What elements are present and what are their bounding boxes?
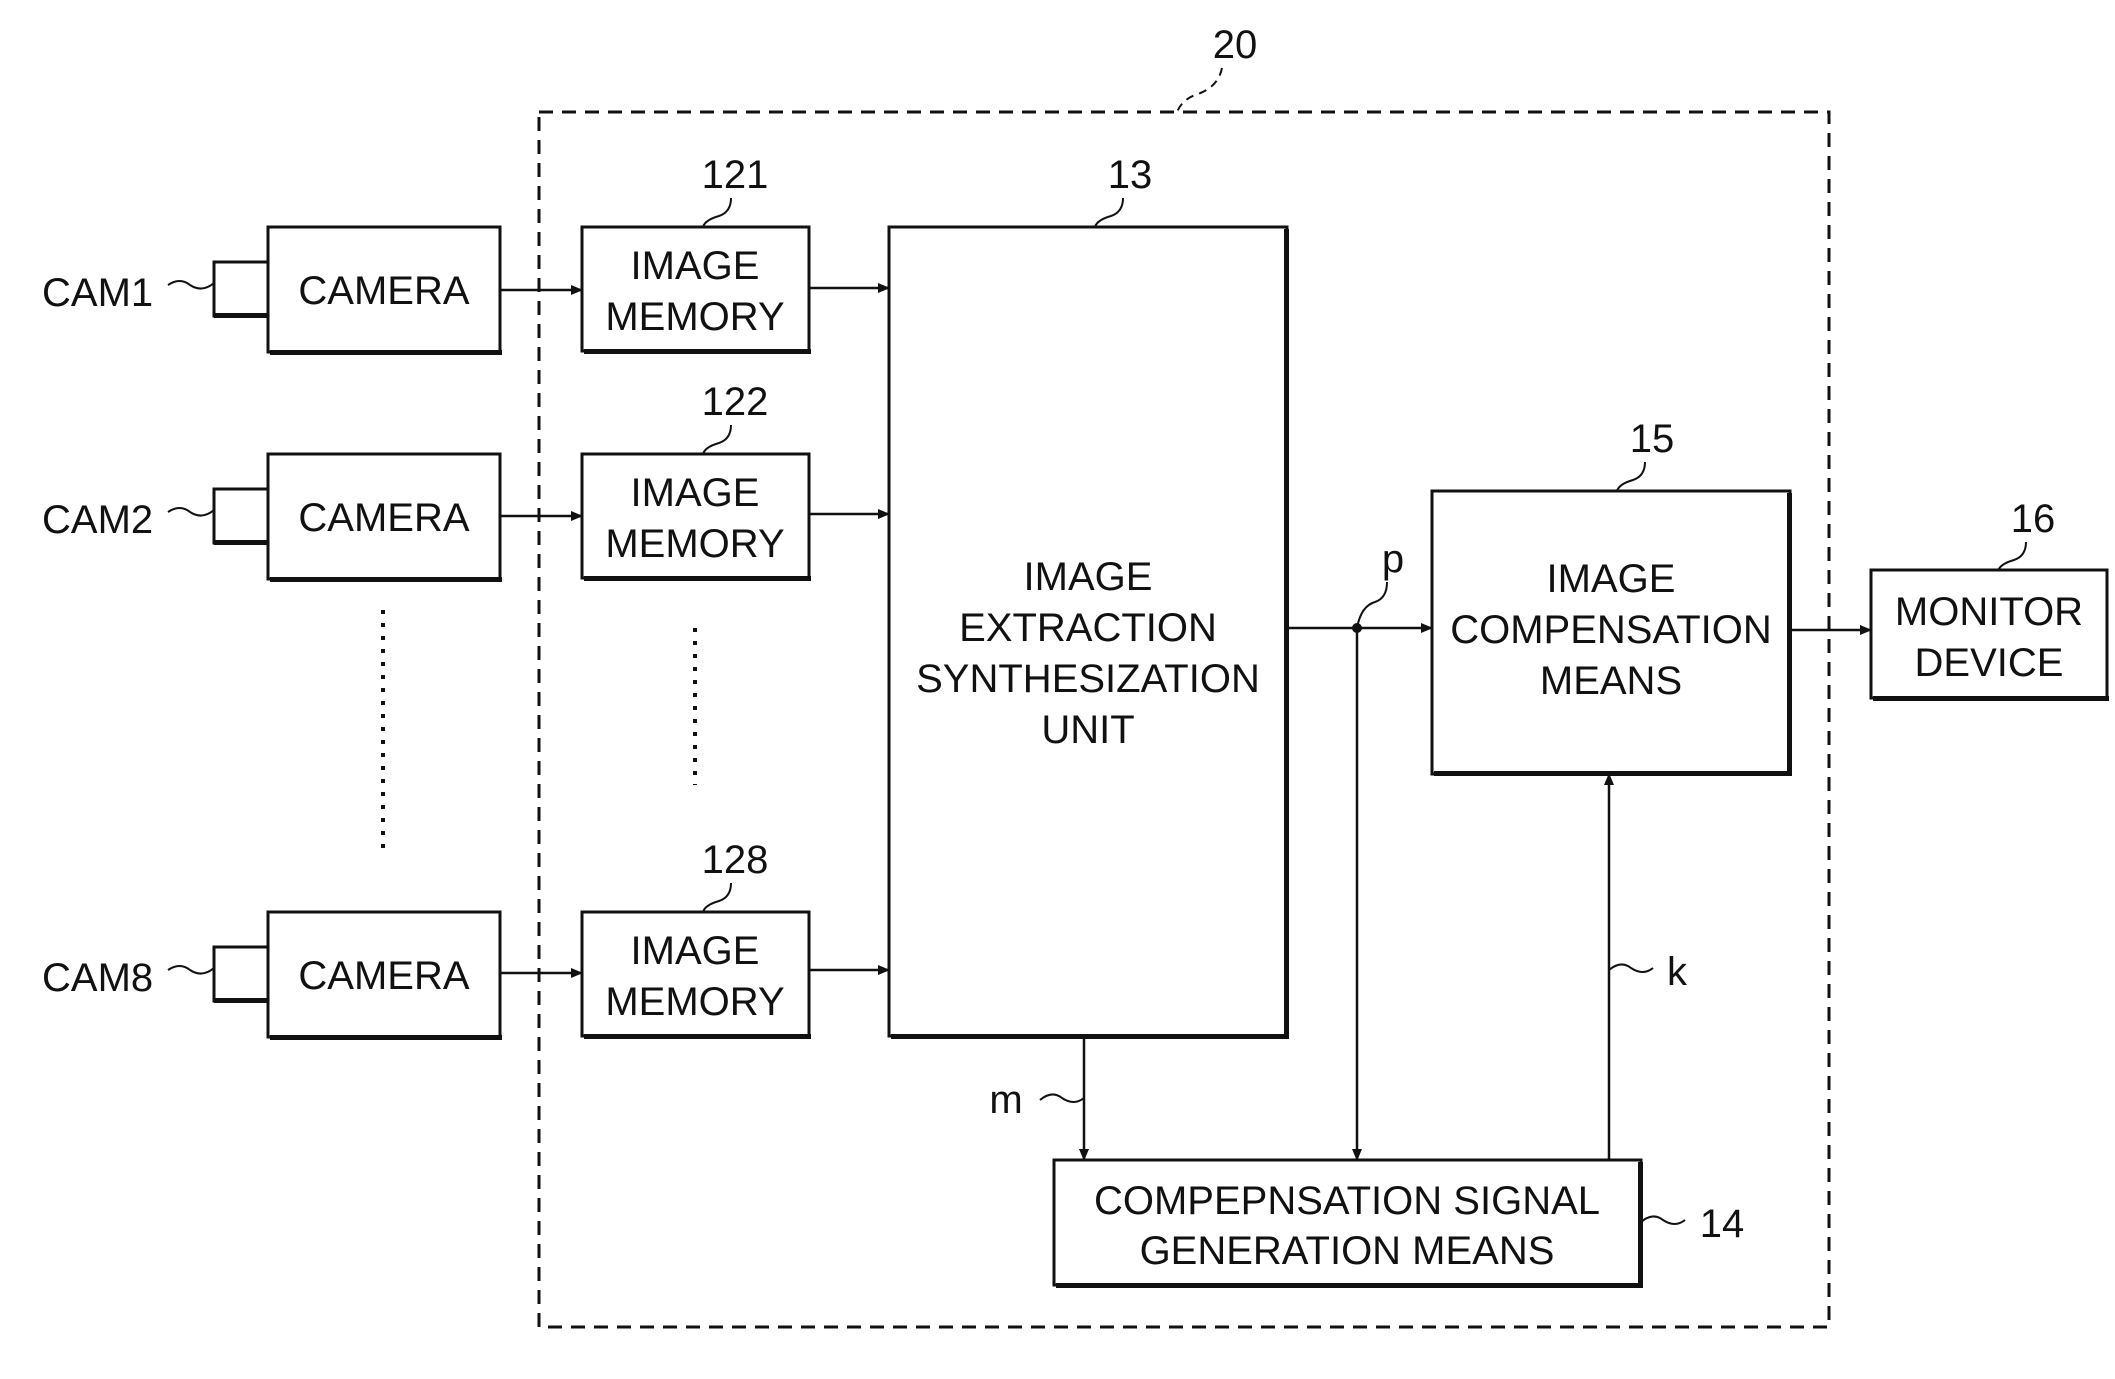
lens-shadow (214, 998, 268, 1003)
camera-row-8: CAM8 CAMERA (42, 910, 502, 1040)
image-extraction-synthesization-unit: 13 IMAGE EXTRACTION SYNTHESIZATION UNIT (887, 153, 1289, 1039)
camera-row-1: CAM1 CAMERA (42, 225, 502, 355)
signal-generation-label-line1: COMPEPNSATION SIGNAL (1094, 1179, 1600, 1223)
signal-k-label: k (1667, 950, 1688, 994)
signal-p-leader (1356, 581, 1388, 629)
monitor-label-line2: DEVICE (1915, 641, 2064, 685)
image-compensation-means: 15 IMAGE COMPENSATION MEANS (1430, 417, 1792, 776)
signal-m-leader (1039, 1093, 1085, 1103)
ref-label: 15 (1630, 417, 1675, 461)
camera-label: CAMERA (298, 496, 469, 540)
compensation-label-line2: COMPENSATION (1450, 608, 1772, 652)
ref-label: 13 (1108, 153, 1153, 197)
monitor-shadow (1873, 696, 2109, 701)
memory-label-line1: IMAGE (631, 471, 760, 515)
compensation-label-line3: MEANS (1540, 659, 1682, 703)
memory-shadow (584, 349, 811, 354)
cam-leader (167, 965, 215, 975)
enclosure-ref-label: 20 (1213, 23, 1258, 67)
signal-k-leader (1608, 963, 1654, 973)
image-memory-122: 122 IMAGE MEMORY (580, 380, 811, 581)
cam-id-label: CAM8 (42, 956, 153, 1000)
cam-id-label: CAM1 (42, 271, 153, 315)
signal-generation-label-line2: GENERATION MEANS (1140, 1229, 1555, 1273)
enclosure-leader (1176, 67, 1223, 113)
camera-row-2: CAM2 CAMERA (42, 452, 502, 582)
memory-label-line2: MEMORY (605, 522, 784, 566)
image-memory-128: 128 IMAGE MEMORY (580, 838, 811, 1039)
block-diagram: 20 CAM1 CAMERA CAM2 CAMERA CAM8 CAMERA 1… (42, 23, 2109, 1329)
ref-leader (702, 882, 732, 913)
memory-shadow (584, 1034, 811, 1039)
signal-m-label: m (989, 1078, 1022, 1122)
memory-label-line1: IMAGE (631, 244, 760, 288)
camera-lens (212, 260, 270, 318)
memory-shadow (584, 576, 811, 581)
camera-label: CAMERA (298, 954, 469, 998)
camera-shadow (270, 577, 502, 582)
lens-shadow (214, 313, 268, 318)
unit-shadow-bottom (891, 1034, 1289, 1039)
ref-leader (1094, 197, 1124, 228)
memory-label-line2: MEMORY (605, 980, 784, 1024)
ref-leader (1616, 461, 1646, 492)
cam-leader (167, 507, 215, 517)
unit-label-line1: IMAGE (1024, 555, 1153, 599)
signal-p-label: p (1382, 537, 1404, 581)
compensation-shadow-right (1787, 493, 1792, 776)
camera-lens (212, 487, 270, 545)
unit-label-line3: SYNTHESIZATION (916, 657, 1260, 701)
camera-shadow (270, 1035, 502, 1040)
ref-label: 14 (1700, 1202, 1745, 1246)
unit-shadow-right (1284, 229, 1289, 1038)
camera-lens (212, 945, 270, 1003)
compensation-label-line1: IMAGE (1547, 557, 1676, 601)
ref-label: 122 (702, 380, 769, 424)
ref-leader (1997, 541, 2027, 572)
cam-id-label: CAM2 (42, 498, 153, 542)
monitor-device: 16 MONITOR DEVICE (1869, 497, 2109, 701)
signal-generation-shadow-bottom (1056, 1283, 1643, 1288)
ref-leader (702, 197, 732, 228)
unit-label-line2: EXTRACTION (959, 606, 1217, 650)
ref-label: 121 (702, 153, 769, 197)
camera-label: CAMERA (298, 269, 469, 313)
monitor-label-line1: MONITOR (1895, 590, 2083, 634)
signal-generation-shadow-right (1638, 1162, 1643, 1287)
ref-label: 128 (702, 838, 769, 882)
memory-label-line1: IMAGE (631, 929, 760, 973)
image-memory-121: 121 IMAGE MEMORY (580, 153, 811, 354)
camera-shadow (270, 350, 502, 355)
ref-leader (702, 424, 732, 455)
lens-shadow (214, 540, 268, 545)
memory-label-line2: MEMORY (605, 295, 784, 339)
compensation-signal-generation-means: COMPEPNSATION SIGNAL GENERATION MEANS 14 (1052, 1158, 1745, 1288)
ref-label: 16 (2011, 497, 2056, 541)
ref-leader (1640, 1215, 1686, 1225)
compensation-shadow-bottom (1434, 771, 1792, 776)
unit-label-line4: UNIT (1041, 708, 1134, 752)
cam-leader (167, 280, 215, 290)
